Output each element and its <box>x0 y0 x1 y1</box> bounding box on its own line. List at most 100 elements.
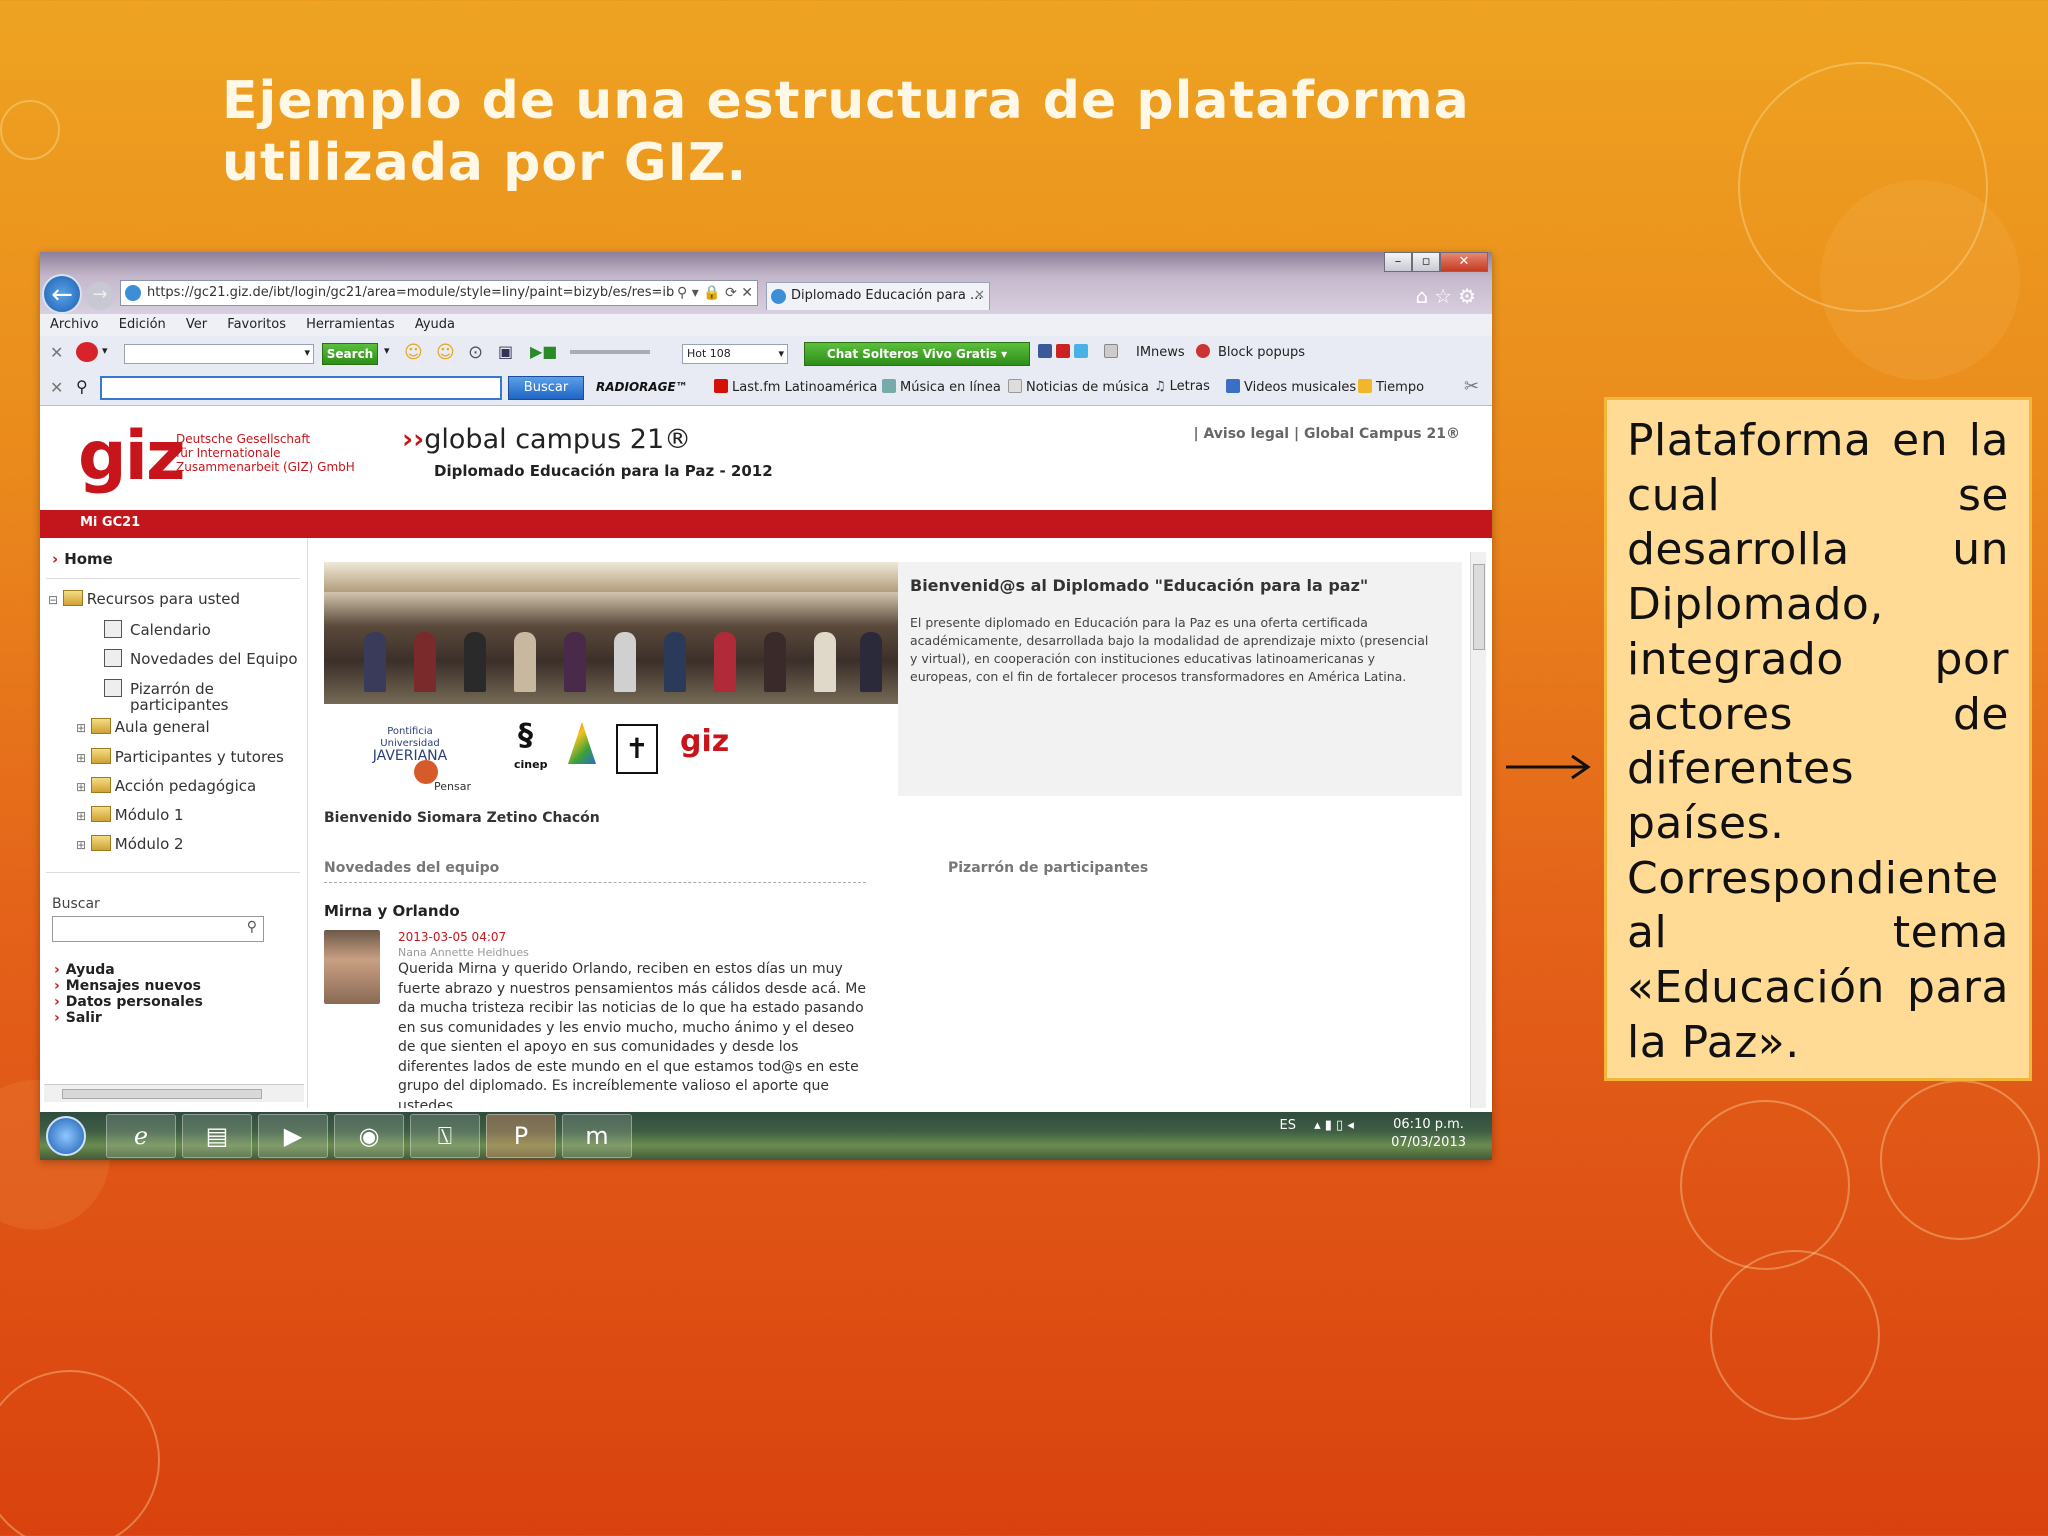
screen-icon[interactable]: ▣ <box>498 342 513 361</box>
news-icon[interactable] <box>1104 344 1122 360</box>
close-button[interactable]: ✕ <box>1440 252 1488 272</box>
toolbar-search-button[interactable]: Search <box>322 343 378 365</box>
radio-station-select[interactable]: Hot 108 ▾ <box>682 344 788 364</box>
pizarron-heading[interactable]: Pizarrón de participantes <box>948 860 1148 876</box>
musica-link[interactable]: Música en línea <box>882 379 1001 395</box>
letras-link[interactable]: ♫ Letras <box>1154 379 1210 394</box>
emoticon-icon[interactable]: ☺ <box>404 342 423 363</box>
search-icon[interactable]: ⚲ <box>247 919 257 935</box>
tab-diplomado[interactable]: Diplomado Educación para ... ✕ <box>766 282 990 310</box>
taskbar-powerpoint-icon[interactable]: P <box>486 1114 556 1158</box>
tiempo-link[interactable]: Tiempo <box>1358 379 1424 395</box>
smiley-app-icon[interactable] <box>76 342 98 362</box>
tray-icons[interactable]: ▴ ▮ ▯ ◂ <box>1314 1118 1354 1133</box>
radiorage-logo[interactable]: RADIORAGE™ <box>596 380 688 394</box>
chevron-down-icon[interactable]: ▾ <box>102 344 108 357</box>
decor-bubble <box>1880 1080 2040 1240</box>
expand-icon[interactable]: ⊞ <box>76 809 86 823</box>
sidebar-link-salir[interactable]: › Salir <box>54 1010 102 1026</box>
sidebar-item-aula[interactable]: ⊞ Aula general <box>76 718 210 736</box>
sidebar-search-input[interactable]: ⚲ <box>52 916 264 942</box>
chevron-down-icon[interactable]: ▾ <box>384 344 390 357</box>
sidebar-link-ayuda[interactable]: › Ayuda <box>54 962 115 978</box>
home-favorites-tools-icons[interactable]: ⌂☆⚙ <box>1415 284 1482 308</box>
menu-archivo[interactable]: Archivo <box>50 317 99 332</box>
back-button[interactable]: ← <box>42 274 82 314</box>
sidebar-item-home[interactable]: › Home <box>52 550 113 568</box>
glasses-icon[interactable]: ⊙ <box>468 342 483 363</box>
tab-close-icon[interactable]: ✕ <box>974 283 985 309</box>
sidebar-horizontal-scrollbar[interactable] <box>44 1084 304 1102</box>
collapse-icon[interactable]: ⊟ <box>48 593 58 607</box>
post-title[interactable]: Mirna y Orlando <box>324 902 460 920</box>
taskbar-media-icon[interactable]: ▶ <box>258 1114 328 1158</box>
maximize-button[interactable]: ▫ <box>1412 252 1440 272</box>
wrench-icon[interactable]: ✂ <box>1464 376 1479 397</box>
youtube-icon[interactable] <box>1056 344 1074 360</box>
block-popups-link[interactable]: Block popups <box>1218 345 1305 360</box>
sidebar-item-participantes[interactable]: ⊞ Participantes y tutores <box>76 748 284 766</box>
taskbar-chrome-icon[interactable]: ◉ <box>334 1114 404 1158</box>
lastfm-link[interactable]: Last.fm Latinoamérica <box>714 379 877 395</box>
sidebar-link-mensajes[interactable]: › Mensajes nuevos <box>54 978 201 994</box>
videos-link[interactable]: Videos musicales <box>1226 379 1356 395</box>
clock[interactable]: 06:10 p.m. 07/03/2013 <box>1391 1116 1466 1152</box>
sidebar-item-modulo1[interactable]: ⊞ Módulo 1 <box>76 806 184 824</box>
menu-ver[interactable]: Ver <box>186 317 207 332</box>
taskbar-acrobat-icon[interactable]: ⍂ <box>410 1114 480 1158</box>
giz-partner-logo: giz <box>680 724 730 759</box>
menu-herramientas[interactable]: Herramientas <box>306 317 395 332</box>
buscar-button[interactable]: Buscar <box>508 376 584 400</box>
mi-gc21-link[interactable]: Mi GC21 <box>80 515 140 530</box>
menu-bar: Archivo Edición Ver Favoritos Herramient… <box>40 314 1492 336</box>
play-icon[interactable]: ▶■ <box>530 342 557 361</box>
forward-button[interactable]: → <box>86 282 114 310</box>
expand-icon[interactable]: ⊞ <box>76 838 86 852</box>
windows-taskbar: ℯ ▤ ▶ ◉ ⍂ P m ES ▴ ▮ ▯ ◂ 06:10 p.m. 07/0… <box>40 1112 1492 1160</box>
clock-date: 07/03/2013 <box>1391 1135 1466 1150</box>
taskbar-movistar-icon[interactable]: m <box>562 1114 632 1158</box>
sidebar-item-modulo2[interactable]: ⊞ Módulo 2 <box>76 835 184 853</box>
noticias-link[interactable]: Noticias de música <box>1008 379 1149 395</box>
lastfm-label: Last.fm Latinoamérica <box>732 380 878 395</box>
chat-solteros-button[interactable]: Chat Solteros Vivo Gratis ▾ <box>804 342 1030 366</box>
expand-icon[interactable]: ⊞ <box>76 780 86 794</box>
expand-icon[interactable]: ⊞ <box>76 751 86 765</box>
toolbar-buscar-input[interactable] <box>100 376 502 400</box>
toolbar-close-icon[interactable]: ✕ <box>50 378 63 397</box>
menu-favoritos[interactable]: Favoritos <box>227 317 286 332</box>
top-links[interactable]: | Aviso legal | Global Campus 21® <box>1193 426 1460 442</box>
giz-logo[interactable]: giz <box>78 422 186 492</box>
sidebar-link-datos[interactable]: › Datos personales <box>54 994 203 1010</box>
minimize-button[interactable]: – <box>1384 252 1412 272</box>
sidebar-item-calendario[interactable]: Calendario <box>104 620 211 639</box>
address-tools-icon[interactable]: ⚲ ▾ 🔒 ⟳ ✕ <box>677 281 753 305</box>
scrollbar-thumb[interactable] <box>62 1089 262 1099</box>
content-vertical-scrollbar[interactable] <box>1470 552 1486 1108</box>
twitter-icon[interactable] <box>1074 344 1092 360</box>
language-indicator[interactable]: ES <box>1279 1118 1295 1133</box>
volume-slider[interactable] <box>570 350 650 354</box>
menu-ayuda[interactable]: Ayuda <box>415 317 455 332</box>
sidebar-item-accion[interactable]: ⊞ Acción pedagógica <box>76 777 256 795</box>
post-author-name[interactable]: Nana Annette Heidhues <box>398 946 529 959</box>
novedades-heading[interactable]: Novedades del equipo <box>324 860 866 883</box>
emoticon-icon[interactable]: ☺ <box>436 342 455 363</box>
toolbar-search-input[interactable]: ▾ <box>124 344 314 364</box>
scrollbar-thumb[interactable] <box>1473 564 1485 650</box>
menu-edicion[interactable]: Edición <box>119 317 166 332</box>
facebook-icon[interactable] <box>1038 344 1056 360</box>
cinep-logo-text: cinep <box>514 758 548 771</box>
sidebar-item-pizarron[interactable]: Pizarrón de participantes <box>104 679 229 713</box>
imnews-link[interactable]: IMnews <box>1136 345 1185 360</box>
chevron-right-icon: › <box>54 1010 60 1026</box>
expand-icon[interactable]: ⊞ <box>76 721 86 735</box>
start-button[interactable] <box>46 1116 86 1156</box>
photo-person <box>514 632 536 692</box>
sidebar-item-novedades[interactable]: Novedades del Equipo <box>104 649 298 668</box>
taskbar-ie-icon[interactable]: ℯ <box>106 1114 176 1158</box>
address-bar[interactable]: https://gc21.giz.de/ibt/login/gc21/area=… <box>120 280 758 306</box>
sidebar-item-recursos[interactable]: ⊟ Recursos para usted <box>48 590 240 608</box>
toolbar-close-icon[interactable]: ✕ <box>50 343 63 362</box>
taskbar-explorer-icon[interactable]: ▤ <box>182 1114 252 1158</box>
